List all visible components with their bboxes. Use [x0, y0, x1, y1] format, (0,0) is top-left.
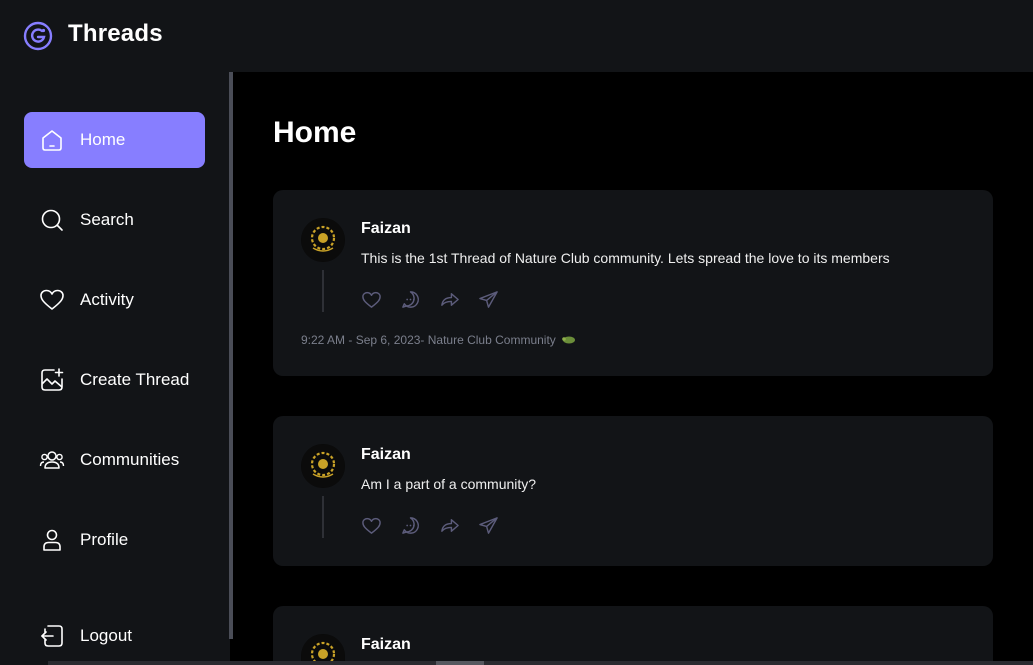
thread-meta[interactable]: 9:22 AM - Sep 6, 2023- Nature Club Commu…	[301, 333, 577, 347]
thread-author[interactable]: Faizan	[361, 220, 411, 238]
sidebar-scrollbar[interactable]	[229, 72, 233, 639]
thread-author[interactable]: Faizan	[361, 636, 411, 654]
community-logo-icon	[562, 336, 576, 344]
thread-timestamp-community: 9:22 AM - Sep 6, 2023- Nature Club Commu…	[301, 333, 556, 347]
reply-icon[interactable]	[400, 515, 421, 536]
repost-icon[interactable]	[439, 515, 460, 536]
like-heart-icon[interactable]	[361, 515, 382, 536]
repost-icon[interactable]	[439, 289, 460, 310]
heart-icon	[40, 289, 64, 310]
thread-actions	[361, 515, 499, 536]
thread-actions	[361, 289, 499, 310]
sidebar-item-label: Create Thread	[80, 370, 190, 389]
search-icon	[41, 209, 63, 231]
share-icon[interactable]	[478, 515, 499, 536]
thread-connector-line	[322, 496, 324, 538]
sidebar-item-label: Home	[80, 130, 126, 149]
threads-logo-icon[interactable]	[23, 21, 53, 51]
page-title: Home	[273, 116, 357, 149]
logout-label: Logout	[80, 626, 132, 645]
like-heart-icon[interactable]	[361, 289, 382, 310]
horizontal-scrollbar-track[interactable]	[48, 661, 1033, 665]
thread-connector-line	[322, 270, 324, 312]
sidebar-item-search[interactable]: Search	[24, 192, 205, 248]
thread-card: Faizan Am I a part of a community?	[273, 416, 993, 566]
horizontal-scrollbar-thumb[interactable]	[436, 661, 484, 665]
avatar-emblem-icon	[301, 218, 345, 262]
user-icon	[43, 529, 61, 551]
avatar[interactable]	[301, 444, 345, 488]
thread-card: Faizan	[273, 606, 993, 665]
sidebar-item-label: Communities	[80, 450, 180, 469]
logout-icon	[41, 625, 63, 647]
thread-text: Am I a part of a community?	[361, 476, 537, 492]
avatar-emblem-icon	[301, 444, 345, 488]
avatar[interactable]	[301, 218, 345, 262]
thread-author[interactable]: Faizan	[361, 446, 411, 464]
logout-button[interactable]: Logout	[24, 608, 205, 664]
sidebar-item-communities[interactable]: Communities	[24, 432, 205, 488]
top-bar: Threads	[0, 0, 1033, 72]
sidebar-item-create-thread[interactable]: Create Thread	[24, 352, 205, 408]
sidebar-item-profile[interactable]: Profile	[24, 512, 205, 568]
thread-card: Faizan This is the 1st Thread of Nature …	[273, 190, 993, 376]
home-icon	[42, 130, 62, 151]
sidebar-item-label: Activity	[80, 290, 134, 309]
sidebar-item-home[interactable]: Home	[24, 112, 205, 168]
sidebar-item-label: Search	[80, 210, 134, 229]
thread-text: This is the 1st Thread of Nature Club co…	[361, 250, 890, 266]
reply-icon[interactable]	[400, 289, 421, 310]
image-plus-icon	[41, 368, 64, 391]
app-name[interactable]: Threads	[68, 20, 163, 48]
users-icon	[39, 451, 65, 469]
share-icon[interactable]	[478, 289, 499, 310]
sidebar-item-label: Profile	[80, 530, 129, 549]
sidebar-item-activity[interactable]: Activity	[24, 272, 205, 328]
